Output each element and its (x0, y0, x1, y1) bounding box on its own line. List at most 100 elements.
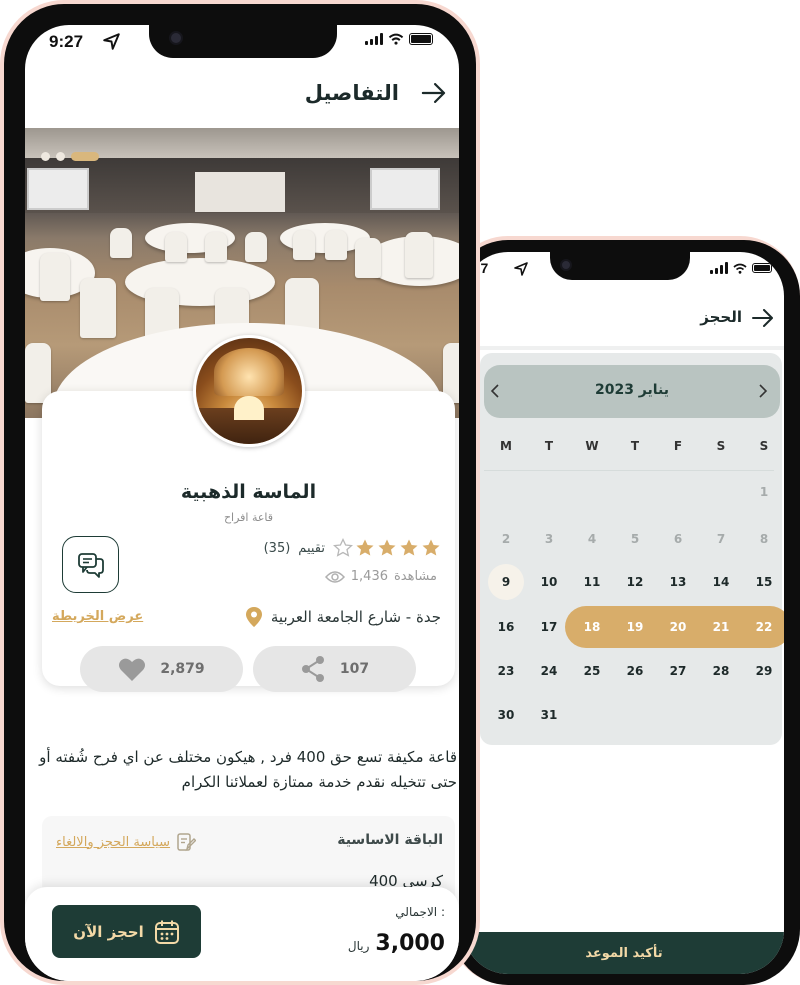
venue-avatar (193, 335, 305, 447)
carousel-dot-active[interactable] (71, 152, 99, 161)
calendar-day[interactable]: 24 (529, 664, 569, 678)
view-map-link[interactable]: عرض الخريطة (52, 609, 143, 624)
calendar-day[interactable]: 14 (701, 575, 741, 589)
calendar-day[interactable]: 18 (572, 620, 612, 634)
hall-chair (405, 232, 433, 278)
calendar-day[interactable]: 31 (529, 708, 569, 722)
rating-label: تقييم (298, 540, 325, 556)
share-button[interactable]: 107 (253, 646, 416, 692)
hall-chair (165, 232, 187, 262)
calendar-day[interactable]: 20 (658, 620, 698, 634)
rating-row[interactable]: (35) تقييم (264, 538, 441, 558)
total-amount: 3,000 (375, 931, 445, 956)
calendar-day[interactable]: 25 (572, 664, 612, 678)
eye-icon (324, 570, 345, 583)
carousel-indicator (41, 152, 99, 161)
booking-policy-link[interactable]: سياسة الحجز والالغاء (56, 832, 197, 852)
booking-screen: :27 الحجز يناير 2023 (464, 252, 784, 974)
calendar-day[interactable]: 12 (615, 575, 655, 589)
total-label: الاجمالي : (395, 905, 445, 919)
calendar-day[interactable]: 7 (701, 532, 741, 546)
calendar-day[interactable]: 8 (744, 532, 784, 546)
battery-icon (409, 33, 433, 45)
policy-label: سياسة الحجز والالغاء (56, 834, 171, 850)
booking-phone-bezel: :27 الحجز يناير 2023 (452, 240, 800, 985)
hall-stage (195, 172, 285, 212)
calendar-day[interactable]: 5 (615, 532, 655, 546)
calendar-day[interactable]: 2 (486, 532, 526, 546)
star-empty-icon (333, 538, 353, 557)
book-now-button[interactable]: احجز الآن (52, 905, 201, 958)
calendar-day[interactable]: 15 (744, 575, 784, 589)
back-arrow-icon[interactable] (752, 309, 774, 327)
hall-chair (325, 230, 347, 260)
calendar: يناير 2023 M T W T F S S 1 2 3 4 5 6 7 8 9 10 11 12 13 14 15 1… (480, 353, 784, 745)
camera (560, 259, 572, 271)
star-filled-icon (422, 539, 440, 556)
weekday-label: T (544, 439, 554, 453)
confirm-appointment-button[interactable]: تأكيد الموعد (464, 932, 784, 974)
signal-icon (710, 262, 728, 274)
rating-count: (35) (263, 540, 291, 556)
calendar-day[interactable]: 13 (658, 575, 698, 589)
calendar-day[interactable]: 1 (744, 485, 784, 499)
edit-document-icon (177, 833, 197, 852)
hall-chair (110, 228, 132, 258)
signal-icon (365, 33, 383, 45)
calendar-day[interactable]: 6 (658, 532, 698, 546)
calendar-day[interactable]: 10 (529, 575, 569, 589)
weekday-label: T (630, 439, 640, 453)
star-filled-icon (400, 539, 418, 556)
next-month-icon[interactable] (758, 383, 768, 399)
status-icons (710, 262, 772, 274)
calendar-day[interactable]: 28 (701, 664, 741, 678)
location-row: جدة - شارع الجامعة العربية (245, 606, 441, 628)
calendar-day[interactable]: 16 (486, 620, 526, 634)
details-phone-frame: 9:27 التفاصيل الماسة الذهبية قاعة افراح … (0, 0, 480, 985)
battery-icon (752, 263, 772, 273)
calendar-day[interactable]: 3 (529, 532, 569, 546)
location-arrow-icon (103, 33, 120, 50)
like-button[interactable]: 2,879 (80, 646, 243, 692)
camera (169, 31, 183, 45)
weekday-label: F (673, 439, 683, 453)
carousel-dot[interactable] (56, 152, 65, 161)
star-filled-icon (378, 539, 396, 556)
calendar-day[interactable]: 21 (701, 620, 741, 634)
views-count: 1,436 (350, 569, 388, 584)
carousel-dot[interactable] (41, 152, 50, 161)
avatar-arch (234, 396, 264, 420)
calendar-day[interactable]: 30 (486, 708, 526, 722)
views-label: مشاهدة (393, 569, 437, 584)
calendar-icon (154, 920, 179, 944)
calendar-day[interactable]: 4 (572, 532, 612, 546)
details-screen: 9:27 التفاصيل الماسة الذهبية قاعة افراح … (25, 25, 459, 981)
venue-name: الماسة الذهبية (180, 481, 317, 503)
package-title: الباقة الاساسية (337, 832, 443, 848)
weekday-label: M (500, 439, 512, 453)
back-arrow-icon[interactable] (421, 83, 447, 103)
calendar-day[interactable]: 22 (744, 620, 784, 634)
weekday-label: W (585, 439, 599, 453)
booking-header: الحجز (464, 302, 784, 350)
rating-stars (333, 538, 441, 558)
hall-screen (27, 168, 89, 210)
calendar-day[interactable]: 9 (486, 575, 526, 589)
calendar-day[interactable]: 17 (529, 620, 569, 634)
location-arrow-icon (514, 262, 528, 276)
hall-chair (355, 238, 381, 278)
hall-chair (40, 253, 70, 301)
chat-button[interactable] (62, 536, 119, 593)
hall-chair (80, 278, 116, 338)
calendar-day[interactable]: 11 (572, 575, 612, 589)
details-header: التفاصيل (25, 77, 459, 117)
views-row: 1,436 مشاهدة (324, 569, 437, 584)
calendar-day[interactable]: 29 (744, 664, 784, 678)
details-phone-bezel: 9:27 التفاصيل الماسة الذهبية قاعة افراح … (4, 4, 476, 981)
checkout-bar: احجز الآن الاجمالي : ريال 3,000 (25, 887, 459, 981)
calendar-day[interactable]: 26 (615, 664, 655, 678)
heart-icon (119, 658, 146, 681)
calendar-day[interactable]: 27 (658, 664, 698, 678)
calendar-day[interactable]: 19 (615, 620, 655, 634)
calendar-day[interactable]: 23 (486, 664, 526, 678)
